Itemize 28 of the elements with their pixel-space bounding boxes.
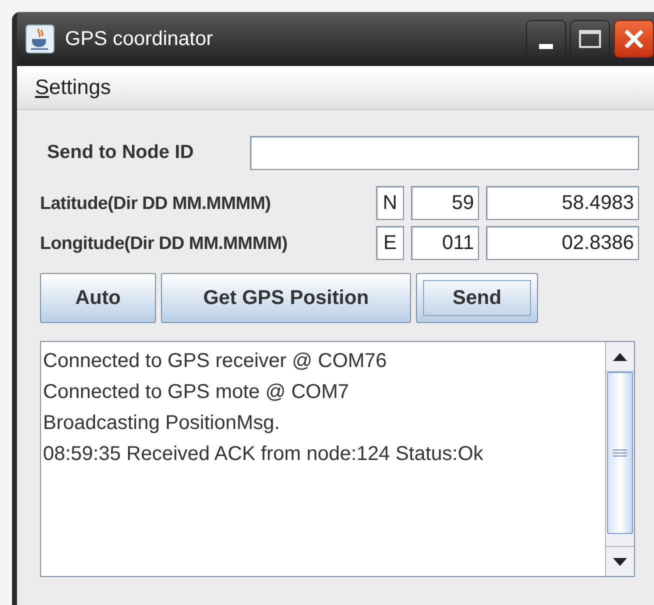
- field-label: Send to Node ID: [46, 140, 195, 165]
- scroll-thumb[interactable]: [607, 372, 633, 534]
- degrees-field[interactable]: 011: [411, 226, 479, 260]
- maximize-button[interactable]: [570, 20, 610, 58]
- node-id-field[interactable]: [250, 136, 639, 170]
- action-button[interactable]: Get GPS Position: [161, 273, 411, 323]
- minimize-button[interactable]: [526, 20, 566, 58]
- log-line: Broadcasting PositionMsg.: [43, 411, 281, 436]
- action-button[interactable]: Send: [416, 273, 538, 323]
- down-arrow-icon: [613, 558, 627, 566]
- close-icon: [623, 28, 645, 50]
- minutes-field[interactable]: 58.4983: [486, 186, 639, 220]
- window-title: GPS coordinator: [65, 27, 213, 52]
- close-button[interactable]: [614, 20, 654, 58]
- log-line: Connected to GPS receiver @ COM76: [43, 349, 388, 374]
- action-button[interactable]: Auto: [40, 273, 156, 323]
- up-arrow-icon: [613, 352, 627, 360]
- coffee-cup-icon: [25, 24, 55, 54]
- field-label: Longitude(Dir DD MM.MMMM): [40, 232, 288, 255]
- minutes-field[interactable]: 02.8386: [486, 226, 639, 260]
- direction-field[interactable]: E: [376, 226, 404, 260]
- menu-item[interactable]: Settings: [35, 72, 111, 104]
- log-line: Connected to GPS mote @ COM7: [43, 380, 350, 405]
- degrees-field[interactable]: 59: [411, 186, 479, 220]
- field-label: Latitude(Dir DD MM.MMMM): [40, 192, 272, 215]
- grip-icon: [613, 449, 627, 457]
- direction-field[interactable]: N: [376, 186, 404, 220]
- log-line: 08:59:35 Received ACK from node:124 Status:Ok: [43, 442, 484, 467]
